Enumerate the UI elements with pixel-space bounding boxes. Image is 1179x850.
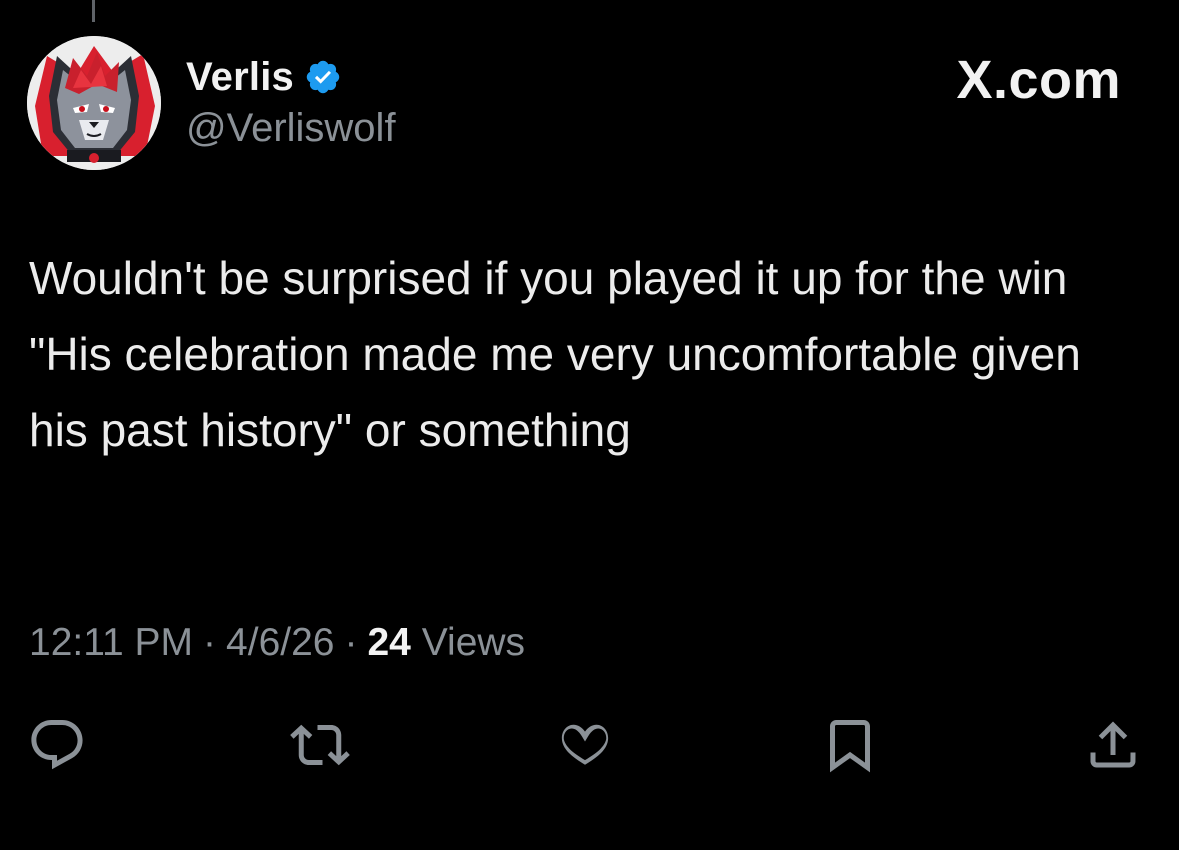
views-count: 24: [367, 621, 411, 664]
bookmark-icon: [830, 720, 870, 773]
reply-icon: [31, 720, 83, 770]
tweet-meta: 12:11 PM · 4/6/26 · 24 Views: [29, 618, 525, 668]
retweet-icon: [290, 724, 350, 766]
tweet-date[interactable]: 4/6/26: [226, 621, 334, 664]
author-display-name[interactable]: Verlis: [186, 55, 294, 100]
like-icon: [561, 724, 609, 765]
meta-separator: ·: [203, 621, 217, 664]
x-brand-logo: X.com: [956, 50, 1121, 110]
wolf-avatar-icon: [27, 36, 161, 170]
share-icon: [1090, 721, 1136, 768]
retweet-button[interactable]: [285, 710, 355, 780]
tweet-text: Wouldn't be surprised if you played it u…: [29, 252, 1094, 456]
like-button[interactable]: [550, 710, 620, 780]
tweet-time[interactable]: 12:11 PM: [29, 621, 193, 664]
reply-button[interactable]: [22, 710, 92, 780]
meta-separator: ·: [344, 621, 358, 664]
avatar[interactable]: [27, 36, 161, 170]
verified-badge-icon[interactable]: [304, 58, 342, 96]
action-bar: [0, 710, 1179, 780]
bookmark-button[interactable]: [815, 710, 885, 780]
thread-connector-line: [92, 0, 95, 22]
author-handle[interactable]: @Verliswolf: [186, 104, 396, 152]
author-name-row: Verlis: [186, 54, 342, 100]
views-label: Views: [421, 621, 526, 664]
share-button[interactable]: [1078, 710, 1148, 780]
